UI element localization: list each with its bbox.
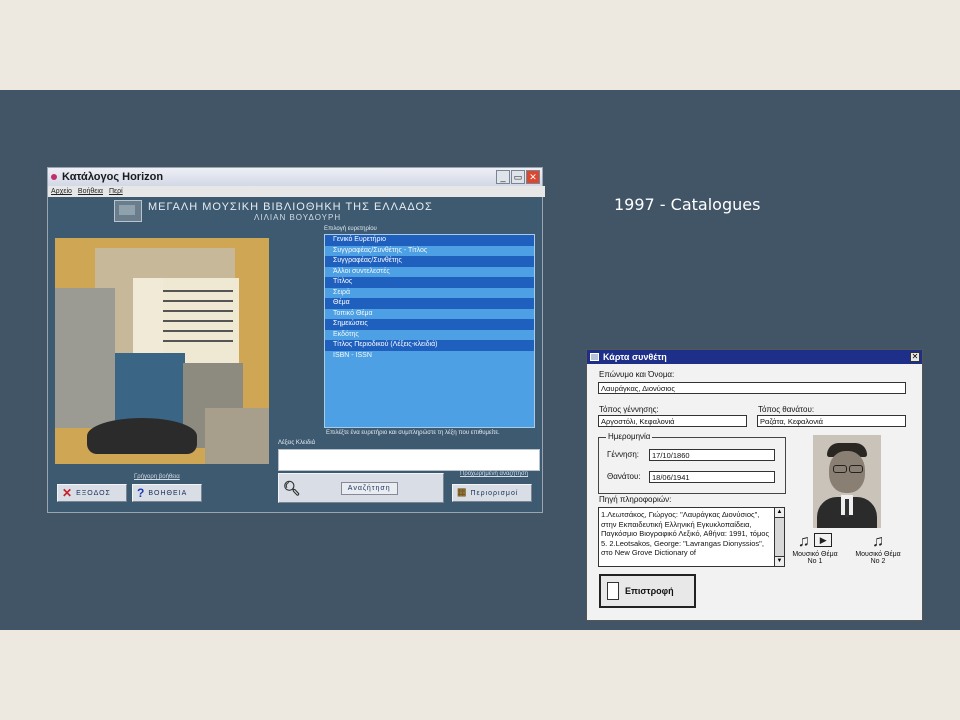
window-title: Κατάλογος Horizon <box>62 171 164 183</box>
exit-button[interactable]: ✕ ΕΞΟΔΟΣ <box>57 484 127 502</box>
menu-about[interactable]: Περί <box>109 186 123 197</box>
limits-button-label: Περιορισμοί <box>470 489 519 497</box>
death-date-field[interactable]: 18/06/1941 <box>649 471 775 483</box>
dates-label: Ημερομηνία <box>606 432 653 441</box>
card-icon <box>590 353 599 361</box>
index-item[interactable]: Εκδότης <box>325 330 534 341</box>
app-icon <box>51 174 57 180</box>
index-item[interactable]: Σημειώσεις <box>325 319 534 330</box>
composer-card-window: Κάρτα συνθέτη ✕ Επώνυμο και Όνομα: Λαυρά… <box>586 349 923 621</box>
menu-bar: Αρχείο Βοήθεια Περί <box>48 186 545 197</box>
index-item[interactable]: Τίτλος Περιοδικού (Λέξεις-κλειδιά) <box>325 340 534 351</box>
index-item[interactable]: ISBN - ISSN <box>325 351 534 362</box>
index-item[interactable]: Συγγραφέας/Συνθέτης - Τίτλος <box>325 246 534 257</box>
source-textarea[interactable]: 1.Λεωτσάκος, Γιώργος: "Λαυράγκας Διονύσι… <box>598 507 785 567</box>
index-item[interactable]: Γενικό Ευρετήριο <box>325 235 534 246</box>
index-item[interactable]: Τοπικό Θέμα <box>325 309 534 320</box>
music-theme-2-button[interactable]: ♫ Μουσικό Θέμα Νο 2 <box>852 533 904 565</box>
composer-portrait-photo <box>813 435 881 528</box>
index-label: Επιλογή ευρετηρίου <box>324 226 377 232</box>
search-button[interactable]: 🔍︎ Αναζήτηση <box>278 473 444 503</box>
deathplace-field[interactable]: Ραζάτα, Κεφαλονιά <box>757 415 906 427</box>
menu-file[interactable]: Αρχείο <box>51 186 72 197</box>
search-lens-icon: 🔍︎ <box>283 480 301 496</box>
composer-titlebar: Κάρτα συνθέτη ✕ <box>587 350 922 364</box>
question-mark-icon: ? <box>137 486 145 500</box>
library-name: ΜΕΓΑΛΗ ΜΟΥΣΙΚΗ ΒΙΒΛΙΟΘΗΚΗ ΤΗΣ ΕΛΛΑΔΟΣ <box>148 201 433 213</box>
composer-close-button[interactable]: ✕ <box>910 352 920 362</box>
birthplace-field[interactable]: Αργοστόλι, Κεφαλονιά <box>598 415 747 427</box>
birth-date-field[interactable]: 17/10/1860 <box>649 449 775 461</box>
birth-label: Γέννηση: <box>607 450 640 459</box>
source-scrollbar[interactable]: ▲ ▼ <box>774 508 784 566</box>
limits-icon: ▦ <box>457 487 467 498</box>
music-theme-1-label: Μουσικό Θέμα Νο 1 <box>792 551 838 565</box>
index-item[interactable]: Σειρά <box>325 288 534 299</box>
music-theme-1-button[interactable]: ♫ ▶ Μουσικό Θέμα Νο 1 <box>791 533 839 565</box>
composer-window-title: Κάρτα συνθέτη <box>603 352 667 362</box>
maximize-button[interactable]: ▭ <box>511 170 525 184</box>
music-notes-icon: ♫ <box>872 533 884 550</box>
slide-caption: 1997 - Catalogues <box>614 195 761 214</box>
play-icon[interactable]: ▶ <box>814 533 833 547</box>
minimize-button[interactable]: _ <box>496 170 510 184</box>
close-button[interactable]: ✕ <box>526 170 540 184</box>
search-button-label: Αναζήτηση <box>340 481 398 495</box>
index-item[interactable]: Άλλοι συντελεστές <box>325 267 534 278</box>
library-logo <box>114 200 142 222</box>
birthplace-label: Τόπος γέννησης: <box>599 405 659 414</box>
cubist-painting-image <box>55 238 269 464</box>
horizon-window: Κατάλογος Horizon _ ▭ ✕ Αρχείο Βοήθεια Π… <box>48 168 545 512</box>
library-subtitle: ΛΙΛΙΑΝ ΒΟΥΔΟΥΡΗ <box>254 213 342 222</box>
help-button-label: ΒΟΗΘΕΙΑ <box>148 489 188 497</box>
door-icon <box>607 582 619 600</box>
source-label: Πηγή πληροφοριών: <box>599 495 672 504</box>
index-item[interactable]: Συγγραφέας/Συνθέτης <box>325 256 534 267</box>
index-item[interactable]: Θέμα <box>325 298 534 309</box>
index-item[interactable]: Τίτλος <box>325 277 534 288</box>
close-x-icon: ✕ <box>62 486 73 500</box>
source-text: 1.Λεωτσάκος, Γιώργος: "Λαυράγκας Διονύσι… <box>601 510 770 557</box>
index-list[interactable]: Γενικό Ευρετήριο Συγγραφέας/Συνθέτης - Τ… <box>324 234 535 428</box>
dates-groupbox <box>598 437 786 494</box>
menu-help[interactable]: Βοήθεια <box>78 186 103 197</box>
scroll-up-arrow-icon[interactable]: ▲ <box>775 508 784 518</box>
keyword-input[interactable] <box>278 449 540 471</box>
name-label: Επώνυμο και Όνομα: <box>599 370 675 379</box>
limits-button[interactable]: ▦ Περιορισμοί <box>452 484 532 502</box>
keyword-label: Λέξεις Κλειδιά <box>278 440 316 446</box>
quick-help-link[interactable]: Γρήγορη βοήθεια <box>134 474 180 480</box>
music-theme-2-label: Μουσικό Θέμα Νο 2 <box>855 551 901 565</box>
music-notes-icon: ♫ <box>797 533 810 550</box>
back-button[interactable]: Επιστροφή <box>599 574 696 608</box>
name-field[interactable]: Λαυράγκας, Διονύσιος <box>598 382 906 394</box>
help-button[interactable]: ? ΒΟΗΘΕΙΑ <box>132 484 202 502</box>
scroll-down-arrow-icon[interactable]: ▼ <box>775 556 784 566</box>
exit-button-label: ΕΞΟΔΟΣ <box>76 489 111 497</box>
horizon-titlebar: Κατάλογος Horizon _ ▭ ✕ <box>48 168 542 186</box>
advanced-search-link[interactable]: Προχωρημένη αναζήτηση <box>460 471 528 477</box>
back-button-label: Επιστροφή <box>625 586 674 596</box>
death-label: Θανάτου: <box>607 472 641 481</box>
instruction-text: Επιλέξτε ένα ευρετήριο και συμπληρώστε τ… <box>326 430 500 436</box>
deathplace-label: Τόπος θανάτου: <box>758 405 815 414</box>
